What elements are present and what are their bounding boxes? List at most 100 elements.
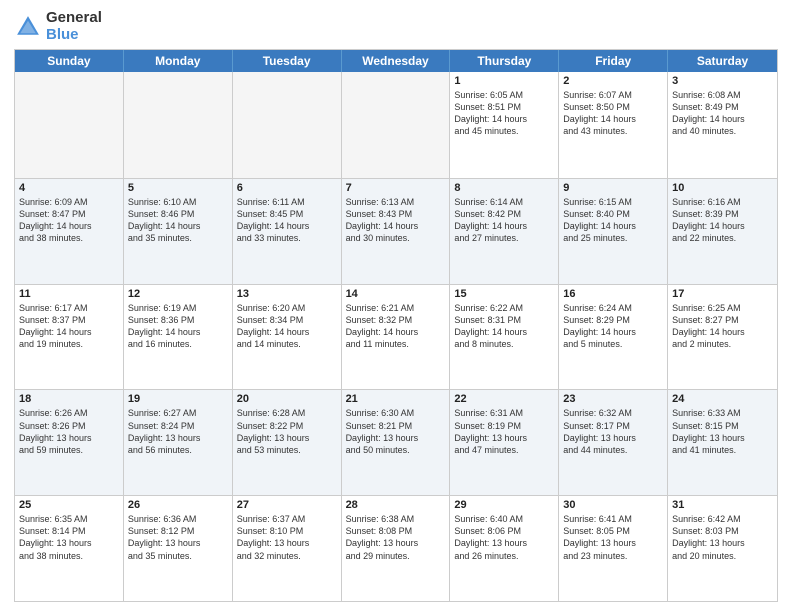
day-cell-18: 18 Sunrise: 6:26 AM Sunset: 8:26 PM Dayli… [15, 390, 124, 495]
day-info: Sunrise: 6:28 AM Sunset: 8:22 PM Dayligh… [237, 407, 337, 456]
day-info: Sunrise: 6:24 AM Sunset: 8:29 PM Dayligh… [563, 302, 663, 351]
day-number: 30 [563, 499, 663, 511]
day-info: Sunrise: 6:26 AM Sunset: 8:26 PM Dayligh… [19, 407, 119, 456]
day-info: Sunrise: 6:35 AM Sunset: 8:14 PM Dayligh… [19, 513, 119, 562]
day-number: 8 [454, 182, 554, 194]
day-info: Sunrise: 6:41 AM Sunset: 8:05 PM Dayligh… [563, 513, 663, 562]
day-info: Sunrise: 6:32 AM Sunset: 8:17 PM Dayligh… [563, 407, 663, 456]
day-cell-20: 20 Sunrise: 6:28 AM Sunset: 8:22 PM Dayli… [233, 390, 342, 495]
day-info: Sunrise: 6:17 AM Sunset: 8:37 PM Dayligh… [19, 302, 119, 351]
day-cell-9: 9 Sunrise: 6:15 AM Sunset: 8:40 PM Daylig… [559, 179, 668, 284]
day-info: Sunrise: 6:30 AM Sunset: 8:21 PM Dayligh… [346, 407, 446, 456]
day-cell-31: 31Sunrise: 6:42 AM Sunset: 8:03 PM Dayli… [668, 496, 777, 601]
calendar-row: 1 Sunrise: 6:05 AM Sunset: 8:51 PM Daylig… [15, 72, 777, 178]
day-info: Sunrise: 6:20 AM Sunset: 8:34 PM Dayligh… [237, 302, 337, 351]
day-number: 13 [237, 288, 337, 300]
empty-cell [124, 72, 233, 178]
empty-cell [342, 72, 451, 178]
day-header-friday: Friday [559, 50, 668, 72]
day-number: 2 [563, 75, 663, 87]
day-info: Sunrise: 6:40 AM Sunset: 8:06 PM Dayligh… [454, 513, 554, 562]
day-number: 9 [563, 182, 663, 194]
day-header-tuesday: Tuesday [233, 50, 342, 72]
day-number: 10 [672, 182, 773, 194]
day-cell-3: 3 Sunrise: 6:08 AM Sunset: 8:49 PM Daylig… [668, 72, 777, 178]
day-cell-14: 14 Sunrise: 6:21 AM Sunset: 8:32 PM Dayli… [342, 285, 451, 390]
day-info: Sunrise: 6:33 AM Sunset: 8:15 PM Dayligh… [672, 407, 773, 456]
day-info: Sunrise: 6:27 AM Sunset: 8:24 PM Dayligh… [128, 407, 228, 456]
day-number: 19 [128, 393, 228, 405]
day-number: 21 [346, 393, 446, 405]
day-number: 18 [19, 393, 119, 405]
day-info: Sunrise: 6:15 AM Sunset: 8:40 PM Dayligh… [563, 196, 663, 245]
day-number: 28 [346, 499, 446, 511]
day-number: 12 [128, 288, 228, 300]
calendar-row: 18 Sunrise: 6:26 AM Sunset: 8:26 PM Dayli… [15, 389, 777, 495]
day-number: 11 [19, 288, 119, 300]
day-number: 14 [346, 288, 446, 300]
day-cell-16: 16 Sunrise: 6:24 AM Sunset: 8:29 PM Dayli… [559, 285, 668, 390]
day-info: Sunrise: 6:11 AM Sunset: 8:45 PM Dayligh… [237, 196, 337, 245]
day-cell-8: 8 Sunrise: 6:14 AM Sunset: 8:42 PM Daylig… [450, 179, 559, 284]
day-number: 29 [454, 499, 554, 511]
day-number: 16 [563, 288, 663, 300]
day-cell-21: 21 Sunrise: 6:30 AM Sunset: 8:21 PM Dayli… [342, 390, 451, 495]
day-cell-19: 19 Sunrise: 6:27 AM Sunset: 8:24 PM Dayli… [124, 390, 233, 495]
day-info: Sunrise: 6:14 AM Sunset: 8:42 PM Dayligh… [454, 196, 554, 245]
day-number: 22 [454, 393, 554, 405]
day-info: Sunrise: 6:10 AM Sunset: 8:46 PM Dayligh… [128, 196, 228, 245]
day-cell-2: 2 Sunrise: 6:07 AM Sunset: 8:50 PM Daylig… [559, 72, 668, 178]
day-number: 1 [454, 75, 554, 87]
empty-cell [15, 72, 124, 178]
day-header-wednesday: Wednesday [342, 50, 451, 72]
day-info: Sunrise: 6:05 AM Sunset: 8:51 PM Dayligh… [454, 89, 554, 138]
day-number: 3 [672, 75, 773, 87]
day-header-monday: Monday [124, 50, 233, 72]
day-number: 17 [672, 288, 773, 300]
day-info: Sunrise: 6:21 AM Sunset: 8:32 PM Dayligh… [346, 302, 446, 351]
day-cell-24: 24 Sunrise: 6:33 AM Sunset: 8:15 PM Dayli… [668, 390, 777, 495]
day-cell-27: 27 Sunrise: 6:37 AM Sunset: 8:10 PM Dayli… [233, 496, 342, 601]
day-info: Sunrise: 6:19 AM Sunset: 8:36 PM Dayligh… [128, 302, 228, 351]
day-number: 24 [672, 393, 773, 405]
day-header-saturday: Saturday [668, 50, 777, 72]
day-info: Sunrise: 6:25 AM Sunset: 8:27 PM Dayligh… [672, 302, 773, 351]
day-cell-26: 26 Sunrise: 6:36 AM Sunset: 8:12 PM Dayli… [124, 496, 233, 601]
day-info: Sunrise: 6:07 AM Sunset: 8:50 PM Dayligh… [563, 89, 663, 138]
day-info: Sunrise: 6:37 AM Sunset: 8:10 PM Dayligh… [237, 513, 337, 562]
day-header-thursday: Thursday [450, 50, 559, 72]
day-info: Sunrise: 6:38 AM Sunset: 8:08 PM Dayligh… [346, 513, 446, 562]
day-number: 7 [346, 182, 446, 194]
day-cell-13: 13 Sunrise: 6:20 AM Sunset: 8:34 PM Dayli… [233, 285, 342, 390]
day-number: 6 [237, 182, 337, 194]
empty-cell [233, 72, 342, 178]
day-number: 4 [19, 182, 119, 194]
day-info: Sunrise: 6:08 AM Sunset: 8:49 PM Dayligh… [672, 89, 773, 138]
day-cell-15: 15 Sunrise: 6:22 AM Sunset: 8:31 PM Dayli… [450, 285, 559, 390]
day-cell-1: 1 Sunrise: 6:05 AM Sunset: 8:51 PM Daylig… [450, 72, 559, 178]
day-cell-10: 10 Sunrise: 6:16 AM Sunset: 8:39 PM Dayli… [668, 179, 777, 284]
day-number: 23 [563, 393, 663, 405]
calendar-row: 25Sunrise: 6:35 AM Sunset: 8:14 PM Dayli… [15, 495, 777, 601]
day-info: Sunrise: 6:42 AM Sunset: 8:03 PM Dayligh… [672, 513, 773, 562]
calendar-header: SundayMondayTuesdayWednesdayThursdayFrid… [15, 50, 777, 72]
day-number: 15 [454, 288, 554, 300]
day-number: 27 [237, 499, 337, 511]
day-cell-30: 30 Sunrise: 6:41 AM Sunset: 8:05 PM Dayli… [559, 496, 668, 601]
day-cell-25: 25Sunrise: 6:35 AM Sunset: 8:14 PM Dayli… [15, 496, 124, 601]
day-info: Sunrise: 6:09 AM Sunset: 8:47 PM Dayligh… [19, 196, 119, 245]
day-info: Sunrise: 6:16 AM Sunset: 8:39 PM Dayligh… [672, 196, 773, 245]
calendar-body: 1 Sunrise: 6:05 AM Sunset: 8:51 PM Daylig… [15, 72, 777, 601]
day-info: Sunrise: 6:22 AM Sunset: 8:31 PM Dayligh… [454, 302, 554, 351]
day-cell-23: 23 Sunrise: 6:32 AM Sunset: 8:17 PM Dayli… [559, 390, 668, 495]
day-info: Sunrise: 6:36 AM Sunset: 8:12 PM Dayligh… [128, 513, 228, 562]
day-cell-5: 5Sunrise: 6:10 AM Sunset: 8:46 PM Daylig… [124, 179, 233, 284]
day-info: Sunrise: 6:13 AM Sunset: 8:43 PM Dayligh… [346, 196, 446, 245]
day-number: 26 [128, 499, 228, 511]
header: General Blue [14, 10, 778, 43]
day-number: 20 [237, 393, 337, 405]
calendar-row: 4 Sunrise: 6:09 AM Sunset: 8:47 PM Daylig… [15, 178, 777, 284]
day-cell-12: 12 Sunrise: 6:19 AM Sunset: 8:36 PM Dayli… [124, 285, 233, 390]
logo-text: General Blue [46, 10, 102, 43]
page: General Blue SundayMondayTuesdayWednesda… [0, 0, 792, 612]
